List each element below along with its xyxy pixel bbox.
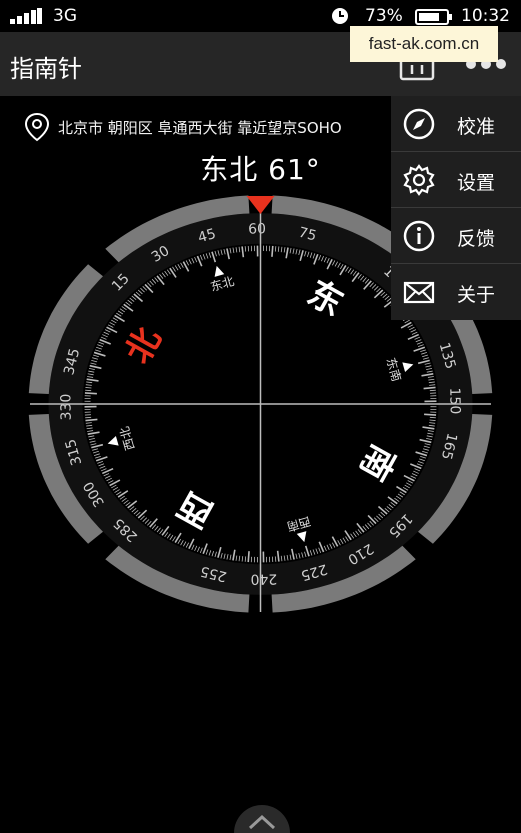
menu-item-label: 关于 <box>457 284 496 306</box>
dial-tick <box>429 419 436 421</box>
degree-label: 330 <box>58 394 74 421</box>
menu-item-label: 校准 <box>457 116 496 138</box>
degree-label: 240 <box>250 570 277 586</box>
heading-pointer <box>246 196 275 214</box>
dial-tick <box>424 413 437 416</box>
dial-tick <box>423 386 436 390</box>
menu-item-calibrate[interactable]: 校准 <box>391 96 521 152</box>
mail-icon <box>403 281 435 304</box>
dial-tick <box>244 246 247 252</box>
dial-tick <box>85 387 92 389</box>
dial-tick <box>271 245 274 257</box>
overflow-menu: 校准 设置 反馈 关于 <box>391 96 521 320</box>
heading-direction: 东北 <box>200 153 259 186</box>
dial-tick <box>85 418 98 422</box>
dial-tick <box>274 556 277 562</box>
expand-up-icon[interactable] <box>232 800 292 833</box>
dial-tick <box>244 556 247 562</box>
gear-icon <box>403 164 435 196</box>
location-text: 北京市 朝阳区 阜通西大街 靠近望京SOHO <box>58 119 342 137</box>
compass-icon <box>403 108 435 140</box>
info-icon <box>403 220 435 252</box>
menu-item-about[interactable]: 关于 <box>391 264 521 320</box>
dial-tick <box>247 551 250 563</box>
dial-tick <box>84 392 97 395</box>
dial-tick <box>274 246 277 252</box>
location-pin-icon <box>24 112 50 142</box>
menu-item-feedback[interactable]: 反馈 <box>391 208 521 264</box>
degree-label: 60 <box>248 221 266 237</box>
menu-item-label: 设置 <box>457 172 496 194</box>
menu-item-settings[interactable]: 设置 <box>391 152 521 208</box>
menu-item-label: 反馈 <box>457 228 496 250</box>
heading-degrees: 61° <box>268 153 321 186</box>
degree-label: 150 <box>446 387 462 414</box>
